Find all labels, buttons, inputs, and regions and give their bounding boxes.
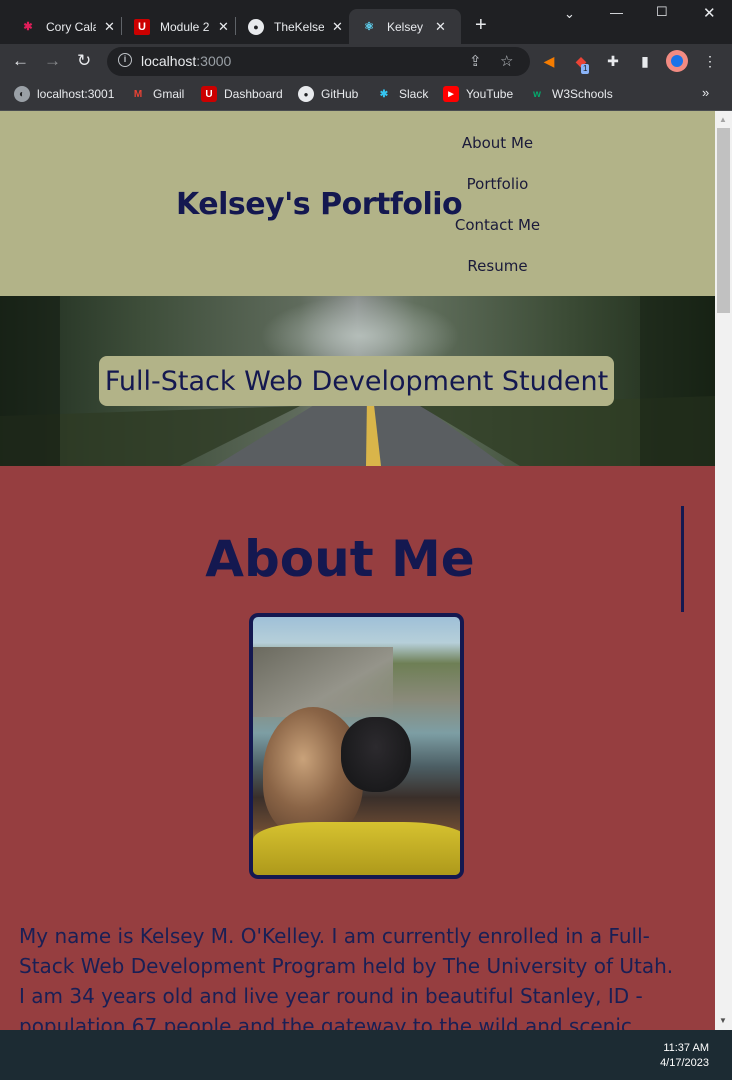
bookmarks-bar: ◐ localhost:3001 M Gmail U Dashboard ● G…	[0, 80, 732, 111]
hero-tagline: Full-Stack Web Development Student	[99, 356, 614, 406]
bookmark-star-icon[interactable]: ☆	[500, 52, 513, 70]
close-icon[interactable]: ✕	[104, 19, 115, 35]
tab-title: TheKelsey	[274, 19, 324, 34]
bookmark-label: localhost:3001	[37, 87, 115, 101]
tab-slack[interactable]: ✱ Cory Calahan ✕	[8, 9, 115, 44]
nav-link-portfolio[interactable]: Portfolio	[440, 175, 555, 193]
bookmark-label: Dashboard	[224, 87, 283, 101]
youtube-icon: ▶	[443, 86, 459, 102]
about-section: About Me My name is Kelsey M. O'Kelley. …	[0, 466, 715, 1030]
slack-icon: ✱	[23, 21, 33, 33]
extension-icon[interactable]: ◀	[540, 52, 558, 70]
browser-toolbar: ← → ↻ i localhost:3000 ⇪ ☆ ◀ ◆ 1 ✚ ▮ ⋮	[0, 44, 732, 80]
react-icon: ⚛	[364, 21, 374, 33]
globe-icon: ◐	[14, 86, 30, 102]
tab-title: Kelsey O'Kelley	[387, 19, 427, 34]
slack-icon: ✱	[379, 88, 389, 100]
github-icon: ●	[298, 86, 314, 102]
bookmark-w3schools[interactable]: w W3Schools	[529, 86, 613, 102]
bookmark-slack[interactable]: ✱ Slack	[376, 86, 429, 102]
reload-icon[interactable]: ↻	[77, 51, 91, 71]
url-text[interactable]: localhost:3000	[141, 53, 231, 69]
bookmark-youtube[interactable]: ▶ YouTube	[443, 86, 513, 102]
tab-search-chevron-icon[interactable]: ⌄	[564, 6, 575, 22]
gmail-icon: M	[133, 88, 143, 100]
new-tab-plus-icon[interactable]: +	[475, 14, 487, 37]
bookmark-localhost[interactable]: ◐ localhost:3001	[14, 86, 114, 102]
nav-link-resume[interactable]: Resume	[440, 257, 555, 275]
tab-title: Module 2	[160, 19, 210, 34]
site-info-icon[interactable]: i	[118, 53, 132, 67]
menu-kebab-icon[interactable]: ⋮	[701, 52, 719, 70]
github-icon: ●	[248, 18, 264, 35]
about-heading: About Me	[205, 530, 475, 588]
site-title: Kelsey's Portfolio	[176, 187, 463, 222]
close-icon[interactable]: ✕	[218, 19, 229, 35]
side-panel-icon[interactable]: ▮	[636, 52, 654, 70]
nav-link-about[interactable]: About Me	[440, 134, 555, 152]
clock-time: 11:37 AM	[663, 1042, 709, 1054]
tab-github[interactable]: ● TheKelsey ✕	[236, 9, 343, 44]
share-icon[interactable]: ⇪	[469, 52, 482, 70]
extension-badge: 1	[581, 64, 590, 74]
utah-u-icon: U	[201, 86, 217, 102]
clock-date: 4/17/2023	[660, 1057, 709, 1069]
close-icon[interactable]: ✕	[332, 19, 343, 35]
bookmark-label: GitHub	[321, 87, 359, 101]
profile-photo	[249, 613, 464, 879]
page-scrollbar[interactable]: ▲ ▼	[715, 111, 732, 1030]
bookmark-label: Slack	[399, 87, 429, 101]
tab-strip: ✱ Cory Calahan ✕ U Module 2 ✕ ● TheKelse…	[0, 0, 732, 44]
close-icon[interactable]: ✕	[435, 19, 446, 35]
about-bio: My name is Kelsey M. O'Kelley. I am curr…	[19, 924, 674, 1030]
tab-portfolio-active[interactable]: ⚛ Kelsey O'Kelley ✕	[349, 9, 461, 44]
bookmark-dashboard[interactable]: U Dashboard	[201, 86, 283, 102]
scrollbar-thumb[interactable]	[717, 128, 730, 313]
forward-arrow-icon[interactable]: →	[44, 51, 61, 71]
back-arrow-icon[interactable]: ←	[12, 51, 29, 71]
os-taskbar: 11:37 AM 4/17/2023	[0, 1030, 732, 1080]
hero-banner-image: Full-Stack Web Development Student	[0, 296, 715, 466]
vertical-divider	[681, 506, 684, 612]
scroll-up-arrow-icon[interactable]: ▲	[719, 115, 727, 124]
address-bar[interactable]: i localhost:3000 ⇪ ☆	[107, 47, 530, 76]
window-close-icon[interactable]: ✕	[703, 4, 716, 22]
bookmark-label: YouTube	[466, 87, 514, 101]
site-header: Kelsey's Portfolio About Me Portfolio Co…	[0, 111, 715, 296]
extensions-puzzle-icon[interactable]: ✚	[604, 52, 622, 70]
bookmark-gmail[interactable]: M Gmail	[130, 86, 185, 102]
w3schools-icon: w	[533, 88, 541, 100]
taskbar-clock[interactable]: 11:37 AM 4/17/2023	[660, 1041, 709, 1071]
bookmark-label: Gmail	[153, 87, 185, 101]
utah-u-icon: U	[134, 18, 150, 35]
more-bookmarks-chevron-icon[interactable]: »	[702, 85, 709, 100]
tab-module[interactable]: U Module 2 ✕	[122, 9, 229, 44]
maximize-icon[interactable]: ☐	[656, 4, 668, 20]
minimize-icon[interactable]: —	[610, 5, 623, 20]
browser-window: ✱ Cory Calahan ✕ U Module 2 ✕ ● TheKelse…	[0, 0, 732, 111]
nav-link-contact[interactable]: Contact Me	[440, 216, 555, 234]
page-viewport: Kelsey's Portfolio About Me Portfolio Co…	[0, 111, 715, 1030]
profile-avatar[interactable]	[666, 50, 688, 72]
tab-title: Cory Calahan	[46, 19, 96, 34]
bookmark-label: W3Schools	[552, 87, 613, 101]
scroll-down-arrow-icon[interactable]: ▼	[719, 1016, 727, 1025]
bookmark-github[interactable]: ● GitHub	[298, 86, 358, 102]
